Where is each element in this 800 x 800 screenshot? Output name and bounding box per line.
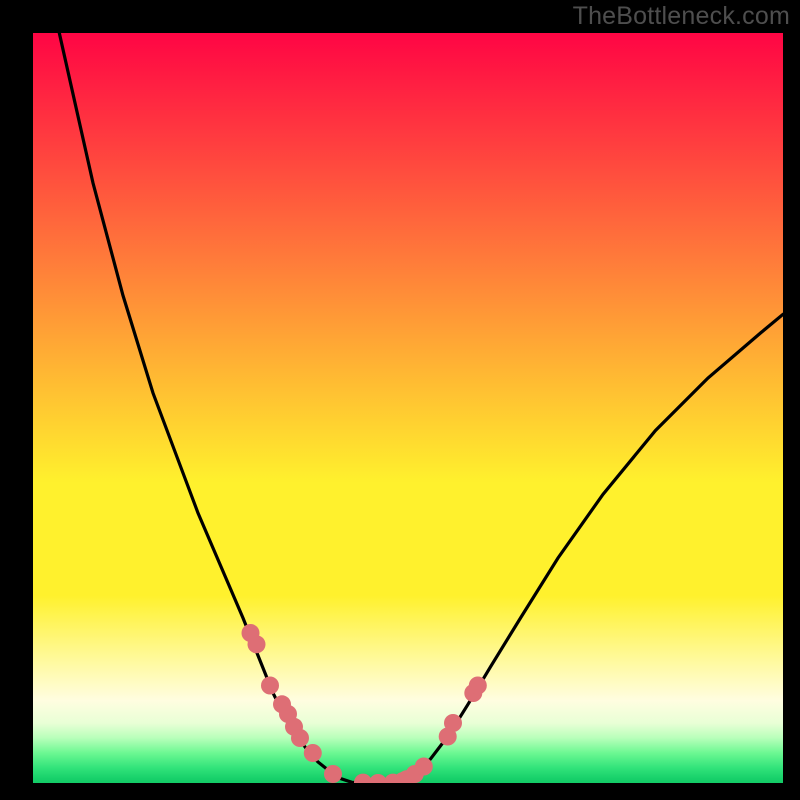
marker-dot <box>469 677 487 695</box>
marker-dots <box>242 624 487 783</box>
marker-dot <box>291 729 309 747</box>
marker-dot <box>304 744 322 762</box>
marker-dot <box>415 758 433 776</box>
marker-dot <box>248 635 266 653</box>
bottleneck-curve <box>59 33 783 783</box>
watermark-text: TheBottleneck.com <box>573 2 790 31</box>
plot-area <box>33 33 783 783</box>
curve-svg <box>33 33 783 783</box>
marker-dot <box>444 714 462 732</box>
marker-dot <box>261 677 279 695</box>
marker-dot <box>324 765 342 783</box>
chart-frame: TheBottleneck.com <box>0 0 800 800</box>
